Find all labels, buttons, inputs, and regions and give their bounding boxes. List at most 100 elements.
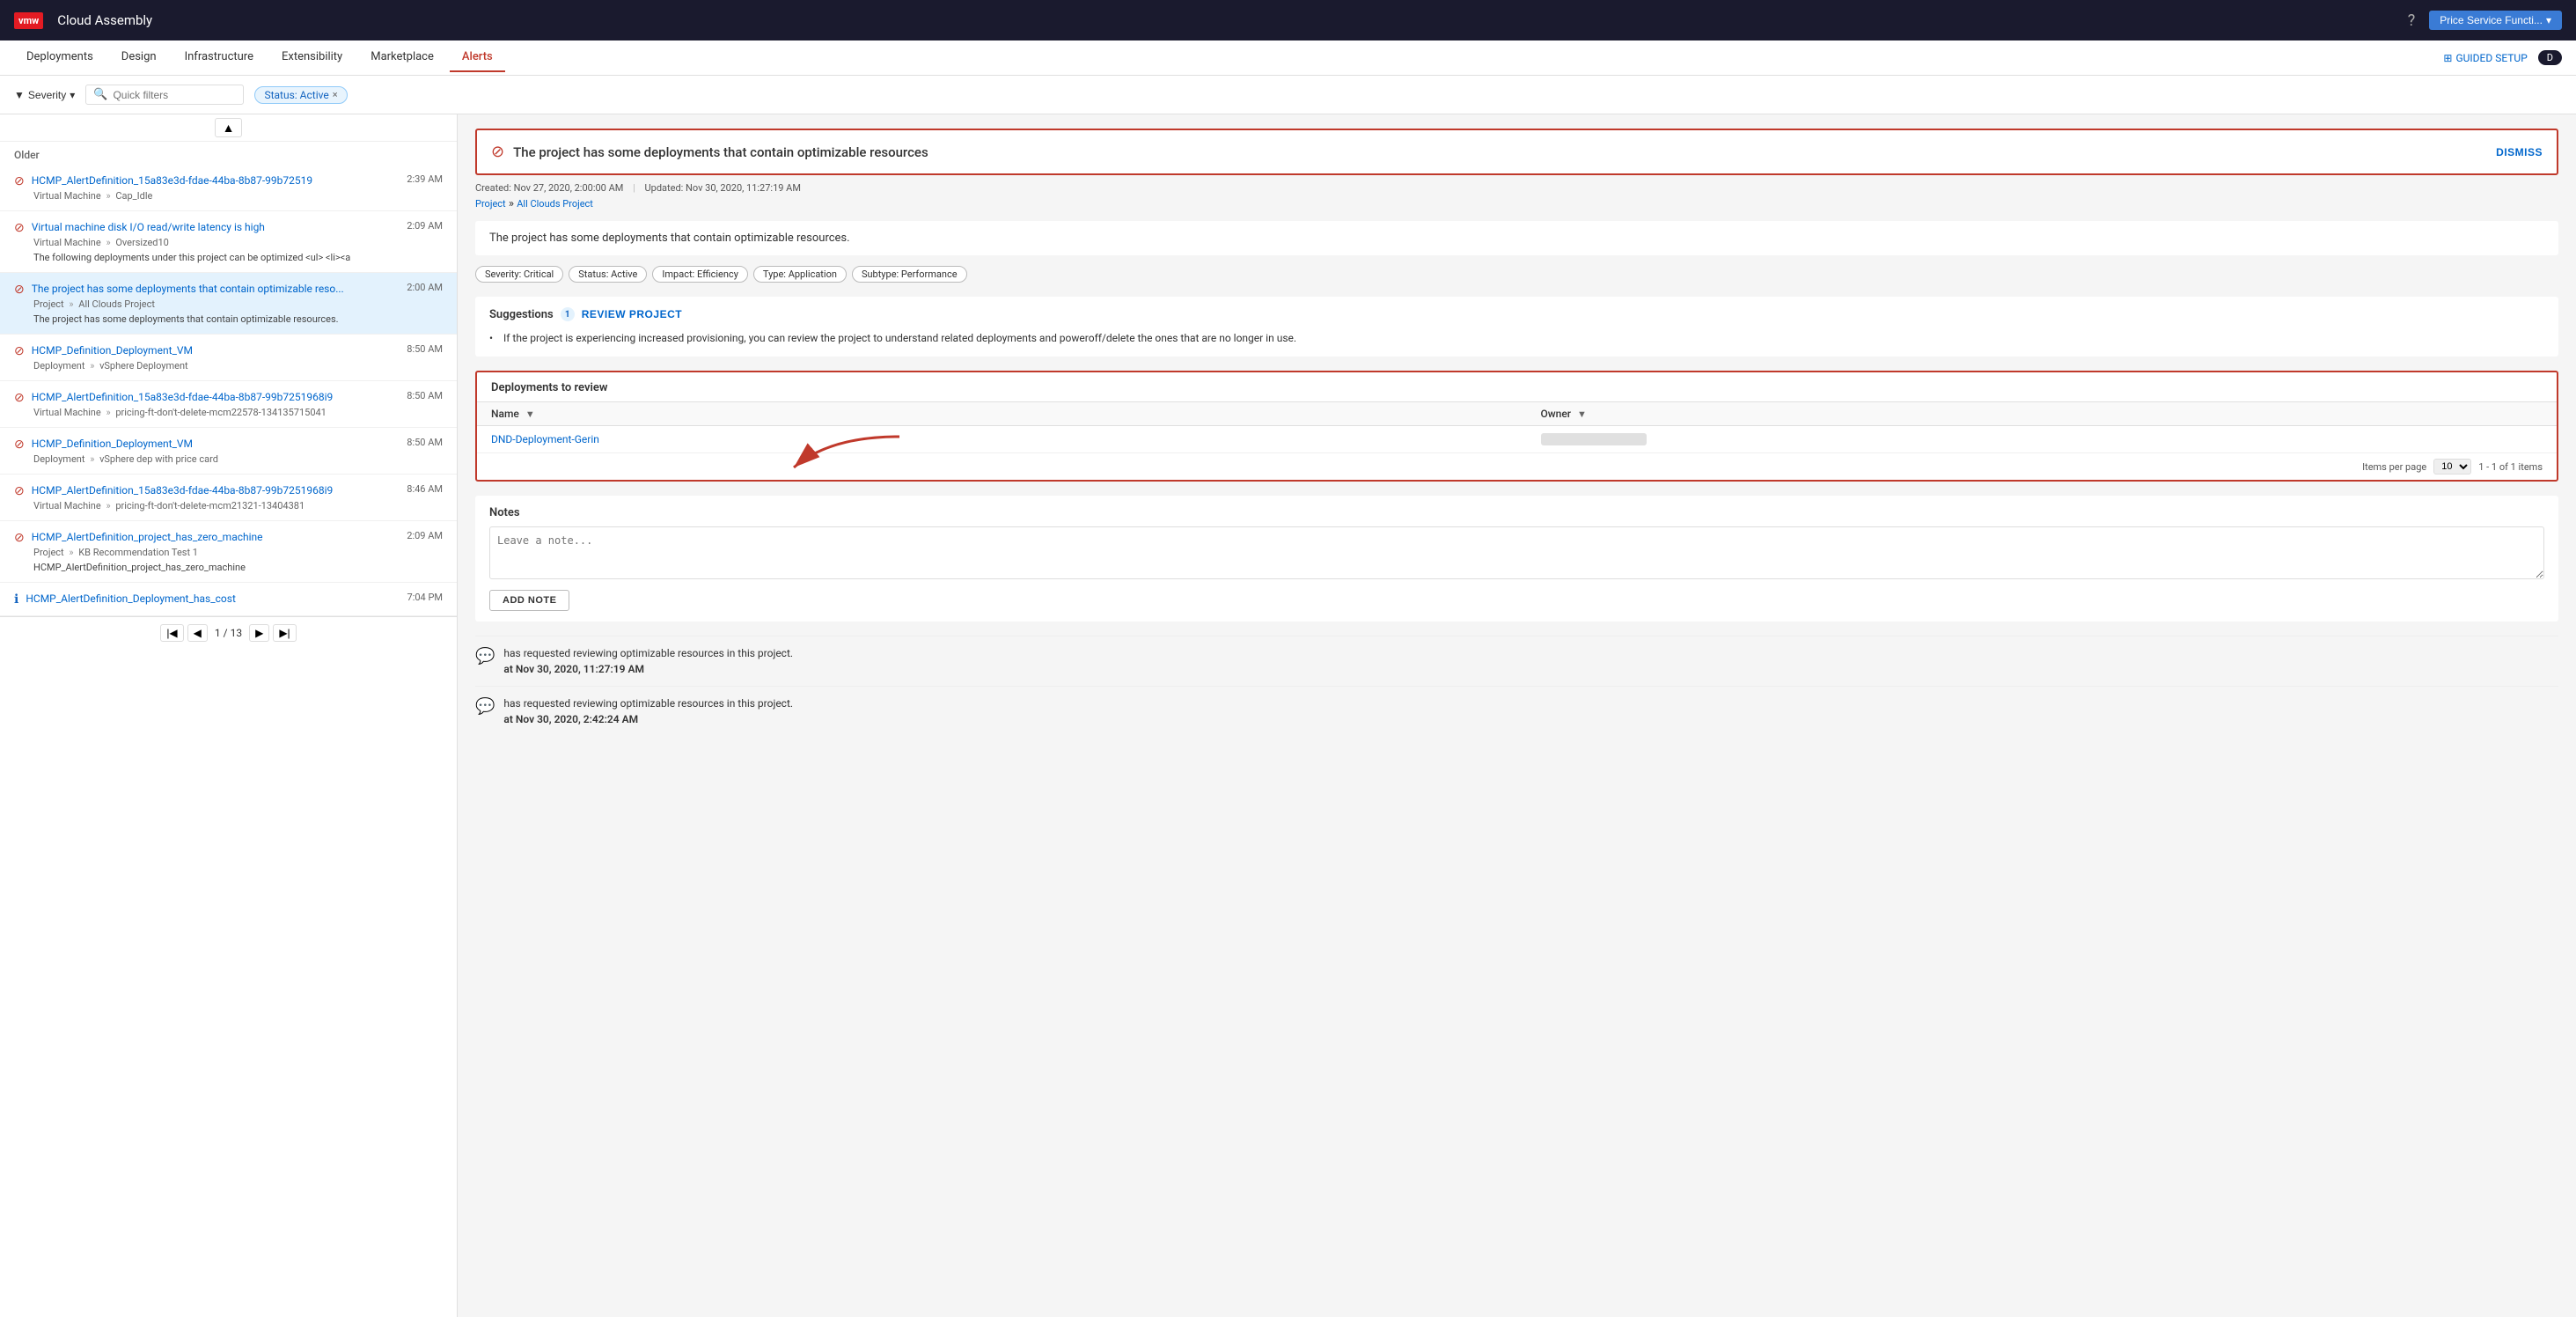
alert-item[interactable]: ⊘ HCMP_Definition_Deployment_VM 8:50 AM … — [0, 335, 457, 381]
alert-title: HCMP_Definition_Deployment_VM — [32, 437, 400, 452]
alert-meta: Created: Nov 27, 2020, 2:00:00 AM | Upda… — [475, 182, 2558, 194]
menu-bar: Deployments Design Infrastructure Extens… — [0, 40, 2576, 76]
menu-item-design[interactable]: Design — [109, 43, 169, 72]
project-link[interactable]: All Clouds Project — [517, 198, 593, 210]
meta-separator: | — [633, 182, 635, 194]
next-page-button[interactable]: ▶ — [249, 624, 269, 642]
alert-title: HCMP_AlertDefinition_15a83e3d-fdae-44ba-… — [32, 390, 400, 405]
menu-item-infrastructure[interactable]: Infrastructure — [172, 43, 266, 72]
first-page-button[interactable]: |◀ — [160, 624, 183, 642]
project-label: Project — [475, 198, 506, 210]
alert-item[interactable]: ⊘ HCMP_AlertDefinition_15a83e3d-fdae-44b… — [0, 475, 457, 521]
alert-error-icon: ⊘ — [491, 143, 504, 161]
alert-time: 7:04 PM — [407, 592, 443, 603]
suggestions-count-badge: 1 — [561, 307, 575, 321]
error-icon: ⊘ — [14, 283, 25, 297]
suggestions-header: Suggestions 1 REVIEW PROJECT — [489, 307, 2544, 321]
guided-setup-link[interactable]: ⊞ GUIDED SETUP — [2443, 52, 2527, 64]
notes-title: Notes — [489, 506, 2544, 519]
alert-time: 2:09 AM — [407, 530, 443, 541]
alert-desc: The following deployments under this pro… — [14, 252, 443, 263]
current-page: 1 — [215, 627, 221, 639]
activity-time: at Nov 30, 2020, 11:27:19 AM — [503, 663, 644, 675]
last-page-button[interactable]: ▶| — [273, 624, 296, 642]
menu-right: ⊞ GUIDED SETUP D — [2443, 50, 2562, 65]
left-panel: ▲ Older ⊘ HCMP_AlertDefinition_15a83e3d-… — [0, 114, 458, 1317]
error-icon: ⊘ — [14, 221, 25, 235]
dark-mode-toggle[interactable]: D — [2538, 50, 2562, 65]
status-badge-close[interactable]: × — [333, 89, 338, 100]
alert-title: Virtual machine disk I/O read/write late… — [32, 220, 400, 235]
user-label: Price Service Functi... — [2440, 14, 2543, 26]
quick-filters-search[interactable]: 🔍 — [85, 85, 244, 105]
prev-page-button[interactable]: ◀ — [187, 624, 208, 642]
alert-sub: Project » KB Recommendation Test 1 — [14, 547, 443, 558]
alert-item-selected[interactable]: ⊘ The project has some deployments that … — [0, 273, 457, 335]
review-project-button[interactable]: REVIEW PROJECT — [582, 308, 682, 320]
suggestions-section: Suggestions 1 REVIEW PROJECT If the proj… — [475, 297, 2558, 357]
alert-item[interactable]: ⊘ Virtual machine disk I/O read/write la… — [0, 211, 457, 273]
menu-item-extensibility[interactable]: Extensibility — [269, 43, 355, 72]
notes-section: Notes ADD NOTE — [475, 496, 2558, 622]
alert-item[interactable]: ⊘ HCMP_Definition_Deployment_VM 8:50 AM … — [0, 428, 457, 475]
alert-item[interactable]: ⊘ HCMP_AlertDefinition_15a83e3d-fdae-44b… — [0, 381, 457, 428]
add-note-button[interactable]: ADD NOTE — [489, 590, 569, 611]
severity-filter-button[interactable]: ▼ Severity ▾ — [14, 89, 75, 101]
activity-content: has requested reviewing optimizable reso… — [503, 695, 793, 727]
alert-item[interactable]: ⊘ HCMP_AlertDefinition_15a83e3d-fdae-44b… — [0, 165, 457, 211]
alert-time: 2:00 AM — [407, 282, 443, 293]
tags-row: Severity: Critical Status: Active Impact… — [475, 266, 2558, 283]
table-row: DND-Deployment-Gerin — [477, 426, 2557, 453]
page-sep: / — [224, 627, 231, 639]
alert-item[interactable]: ⊘ HCMP_AlertDefinition_project_has_zero_… — [0, 521, 457, 583]
notes-textarea[interactable] — [489, 526, 2544, 579]
alert-sub: Virtual Machine » pricing-ft-don't-delet… — [14, 500, 443, 511]
help-icon[interactable]: ? — [2408, 11, 2416, 30]
main-layout: ▲ Older ⊘ HCMP_AlertDefinition_15a83e3d-… — [0, 114, 2576, 1317]
table-col-owner: Owner ▼ — [1527, 402, 2558, 426]
alert-item[interactable]: ℹ HCMP_AlertDefinition_Deployment_has_co… — [0, 583, 457, 616]
dismiss-button[interactable]: DISMISS — [2496, 146, 2543, 158]
menu-item-deployments[interactable]: Deployments — [14, 43, 106, 72]
right-panel: ⊘ The project has some deployments that … — [458, 114, 2576, 1317]
alert-title: HCMP_Definition_Deployment_VM — [32, 343, 400, 358]
info-icon: ℹ — [14, 592, 18, 607]
app-title: Cloud Assembly — [57, 12, 152, 28]
alert-desc: HCMP_AlertDefinition_project_has_zero_ma… — [14, 562, 443, 573]
search-icon: 🔍 — [93, 88, 107, 101]
alert-title: HCMP_AlertDefinition_15a83e3d-fdae-44ba-… — [32, 173, 400, 188]
user-menu-button[interactable]: Price Service Functi... ▾ — [2429, 11, 2562, 30]
alert-sub: Virtual Machine » pricing-ft-don't-delet… — [14, 407, 443, 418]
error-icon: ⊘ — [14, 344, 25, 358]
alert-sub: Virtual Machine » Cap_Idle — [14, 190, 443, 202]
filter-icon: ▼ — [14, 89, 25, 101]
section-older-label: Older — [0, 142, 457, 165]
alert-detail-title: The project has some deployments that co… — [513, 144, 928, 160]
scroll-up-button[interactable]: ▲ — [215, 118, 243, 137]
error-icon: ⊘ — [14, 438, 25, 452]
deployment-link[interactable]: DND-Deployment-Gerin — [491, 433, 599, 445]
menu-item-alerts[interactable]: Alerts — [450, 43, 505, 72]
items-per-page-label: Items per page — [2362, 461, 2426, 473]
alert-time: 8:46 AM — [407, 483, 443, 495]
chevron-down-icon: ▾ — [2546, 14, 2551, 26]
items-per-page-select[interactable]: 10 25 50 — [2433, 459, 2471, 475]
name-filter-icon[interactable]: ▼ — [525, 408, 535, 420]
alert-description: The project has some deployments that co… — [475, 221, 2558, 255]
alert-sub: Project » All Clouds Project — [14, 298, 443, 310]
alert-detail-header: ⊘ The project has some deployments that … — [475, 129, 2558, 175]
breadcrumb-arrow: » — [509, 197, 517, 210]
tag-subtype: Subtype: Performance — [852, 266, 967, 283]
meta-created: Created: Nov 27, 2020, 2:00:00 AM — [475, 182, 623, 194]
alert-title: HCMP_AlertDefinition_project_has_zero_ma… — [32, 530, 400, 545]
status-badge-label: Status: Active — [264, 89, 328, 101]
filter-bar: ▼ Severity ▾ 🔍 Status: Active × — [0, 76, 2576, 114]
quick-filters-input[interactable] — [113, 89, 236, 101]
total-pages: 13 — [231, 627, 243, 639]
deployments-box-title: Deployments to review — [477, 372, 2557, 394]
menu-item-marketplace[interactable]: Marketplace — [358, 43, 446, 72]
error-icon: ⊘ — [14, 531, 25, 545]
alert-time: 8:50 AM — [407, 390, 443, 401]
alert-title: HCMP_AlertDefinition_Deployment_has_cost — [26, 592, 400, 607]
owner-filter-icon[interactable]: ▼ — [1577, 408, 1587, 420]
